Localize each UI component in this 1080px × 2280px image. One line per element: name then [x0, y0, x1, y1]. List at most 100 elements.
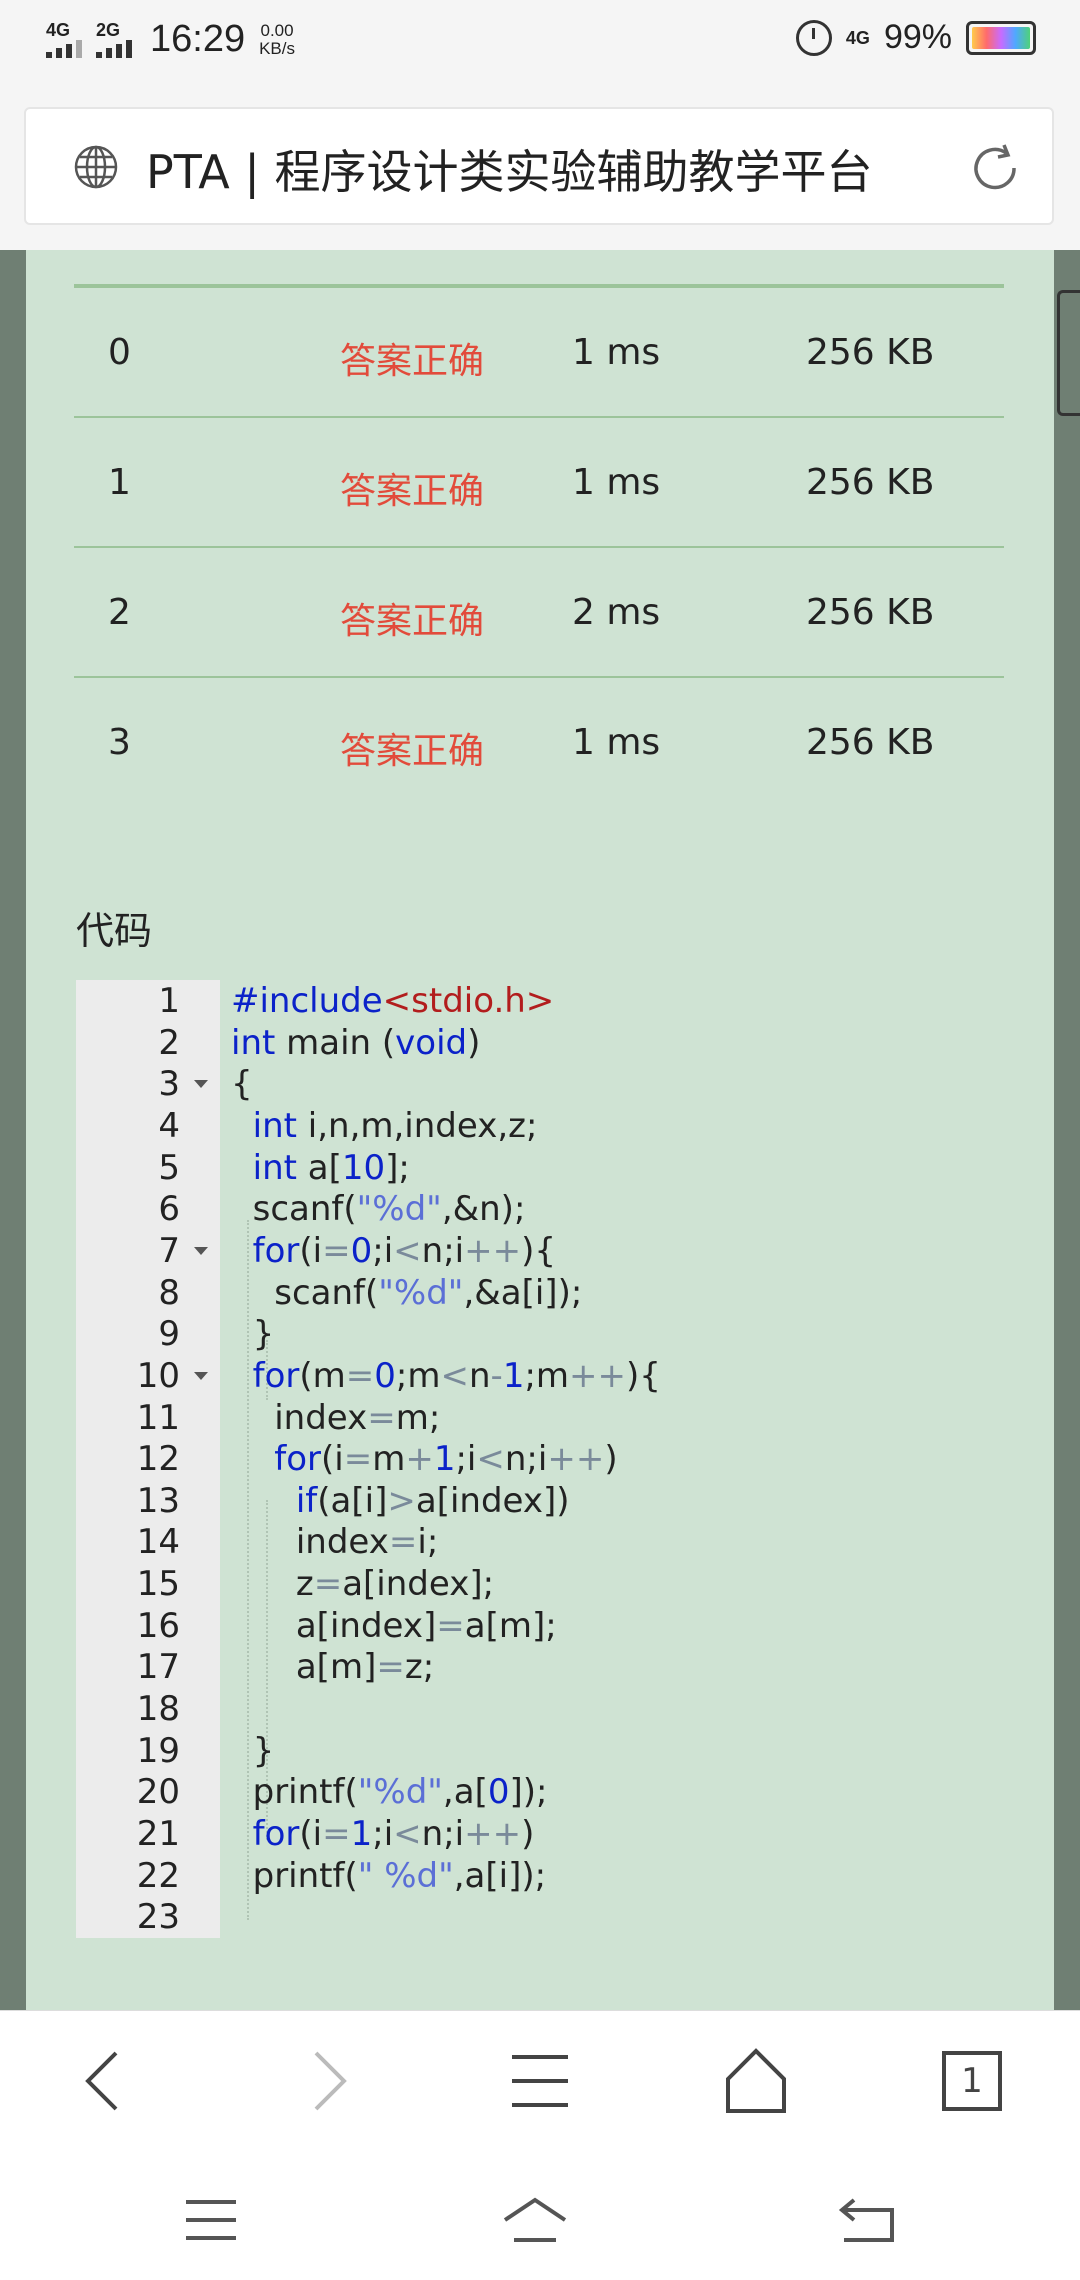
test-results-table: 0 答案正确 1 ms 256 KB 1 答案正确 1 ms 256 KB 2 … — [74, 284, 1004, 806]
fold-arrow-icon[interactable] — [194, 1080, 208, 1089]
web-content[interactable]: 0 答案正确 1 ms 256 KB 1 答案正确 1 ms 256 KB 2 … — [0, 250, 1080, 2010]
network-type-label: 4G — [845, 27, 870, 48]
status-badge: 答案正确 — [340, 341, 485, 382]
line-number: 22 — [136, 1855, 180, 1896]
clock: 16:29 — [150, 18, 246, 60]
line-number: 11 — [136, 1397, 180, 1438]
status-badge: 答案正确 — [340, 601, 485, 642]
code-text: index=i; — [231, 1522, 439, 1563]
status-badge: 答案正确 — [340, 471, 485, 512]
code-line: 16 a[index]=a[m]; — [76, 1605, 1032, 1647]
battery-percent: 99% — [883, 18, 952, 56]
code-line: 14 index=i; — [76, 1521, 1032, 1563]
status-left: 4G 2G 16:29 0.00 KB/s — [44, 18, 295, 61]
fold-arrow-icon[interactable] — [194, 1371, 208, 1380]
cell-signal-icon-1: 4G — [44, 20, 84, 60]
code-line: 1 #include<stdio.h> — [76, 980, 1032, 1022]
status-right: 4G 99% — [795, 18, 1036, 57]
code-line: 6 scanf("%d",&n); — [76, 1188, 1032, 1230]
code-line: 21 for(i=1;i<n;i++) — [76, 1813, 1032, 1855]
line-number: 19 — [136, 1730, 180, 1771]
forward-icon[interactable] — [286, 2041, 366, 2121]
line-number: 20 — [136, 1772, 180, 1813]
code-line: 3{ — [76, 1063, 1032, 1105]
line-number: 2 — [158, 1022, 180, 1063]
code-line: 20 printf("%d",a[0]); — [76, 1771, 1032, 1813]
code-text: z=a[index]; — [231, 1564, 495, 1605]
system-nav-bar — [0, 2150, 1080, 2280]
code-line: 7 for(i=0;i<n;i++){ — [76, 1230, 1032, 1272]
code-line: 23 — [76, 1896, 1032, 1938]
code-text: scanf("%d",&a[i]); — [231, 1272, 583, 1313]
submission-panel: 0 答案正确 1 ms 256 KB 1 答案正确 1 ms 256 KB 2 … — [26, 250, 1054, 2010]
code-line: 19 } — [76, 1730, 1032, 1772]
code-text: scanf("%d",&n); — [231, 1189, 526, 1230]
fold-arrow-icon[interactable] — [194, 1246, 208, 1255]
code-line: 2 int main (void) — [76, 1022, 1032, 1064]
address-bar[interactable]: PTA | 程序设计类实验辅助教学平台 — [24, 107, 1054, 225]
browser-bottom-bar: 1 — [0, 2010, 1080, 2151]
code-text: a[m]=z; — [231, 1647, 435, 1688]
line-number: 18 — [136, 1689, 180, 1730]
code-line: 10 for(m=0;m<n-1;m++){ — [76, 1355, 1032, 1397]
home-nav-icon[interactable] — [500, 2190, 570, 2250]
code-line: 12 for(i=m+1;i<n;i++) — [76, 1438, 1032, 1480]
code-text: if(a[i]>a[index]) — [295, 1480, 570, 1521]
line-number: 4 — [158, 1105, 180, 1146]
code-text: for(m=0;m<n-1;m++){ — [252, 1355, 661, 1396]
code-text: for(i=m+1;i<n;i++) — [274, 1439, 618, 1480]
code-text: int main (void) — [231, 1022, 481, 1063]
code-text: for(i=0;i<n;i++){ — [252, 1230, 556, 1271]
recent-apps-icon[interactable] — [176, 2190, 246, 2250]
table-row: 2 答案正确 2 ms 256 KB — [74, 548, 1004, 678]
home-icon[interactable] — [716, 2041, 796, 2121]
reload-icon[interactable] — [968, 141, 1022, 195]
code-text: printf("%d",a[0]); — [231, 1772, 548, 1813]
code-section-title: 代码 — [76, 909, 153, 953]
back-icon[interactable] — [66, 2041, 146, 2121]
status-badge: 答案正确 — [340, 731, 485, 772]
code-line: 13 if(a[i]>a[index]) — [76, 1480, 1032, 1522]
scroll-edge — [1057, 290, 1080, 416]
code-viewer[interactable]: 1 #include<stdio.h> 2 int main (void) 3{4 in… — [76, 980, 1032, 1938]
line-number: 3 — [158, 1064, 180, 1105]
line-number: 14 — [136, 1522, 180, 1563]
code-text: } — [231, 1730, 275, 1771]
line-number: 23 — [136, 1897, 180, 1938]
line-number: 13 — [136, 1480, 180, 1521]
code-text: for(i=1;i<n;i++) — [252, 1814, 535, 1854]
line-number: 9 — [158, 1314, 180, 1355]
line-number: 1 — [158, 981, 180, 1021]
status-bar: 4G 2G 16:29 0.00 KB/s 4G 99% — [0, 0, 1080, 85]
code-text: a[index]=a[m]; — [231, 1605, 557, 1646]
line-number: 7 — [158, 1230, 180, 1271]
code-line: 22 printf(" %d",a[i]); — [76, 1855, 1032, 1897]
code-text: #include<stdio.h> — [231, 981, 555, 1021]
code-text: int a[10]; — [252, 1147, 410, 1188]
table-row: 1 答案正确 1 ms 256 KB — [74, 418, 1004, 548]
globe-icon — [74, 145, 118, 189]
tabs-count: 1 — [961, 2061, 983, 2101]
battery-icon — [966, 20, 1036, 55]
network-speed: 0.00 KB/s — [259, 20, 295, 58]
code-line: 9 } — [76, 1313, 1032, 1355]
code-line: 11 index=m; — [76, 1397, 1032, 1439]
menu-icon[interactable] — [500, 2041, 580, 2121]
line-number: 17 — [136, 1647, 180, 1688]
code-line: 15 z=a[index]; — [76, 1563, 1032, 1605]
page-title[interactable]: PTA | 程序设计类实验辅助教学平台 — [146, 136, 872, 202]
code-line: 18 — [76, 1688, 1032, 1730]
line-number: 5 — [158, 1147, 180, 1188]
line-number: 8 — [158, 1272, 180, 1313]
cell-signal-icon-2: 2G — [94, 20, 134, 60]
table-row: 0 答案正确 1 ms 256 KB — [74, 288, 1004, 418]
line-number: 21 — [136, 1814, 180, 1854]
alarm-icon — [795, 19, 832, 56]
line-number: 16 — [136, 1605, 180, 1646]
code-line: 17 a[m]=z; — [76, 1646, 1032, 1688]
tabs-button[interactable]: 1 — [932, 2041, 1012, 2121]
back-nav-icon[interactable] — [834, 2190, 904, 2250]
code-text: } — [231, 1314, 275, 1355]
code-text: printf(" %d",a[i]); — [231, 1855, 547, 1896]
line-number: 6 — [158, 1189, 180, 1230]
